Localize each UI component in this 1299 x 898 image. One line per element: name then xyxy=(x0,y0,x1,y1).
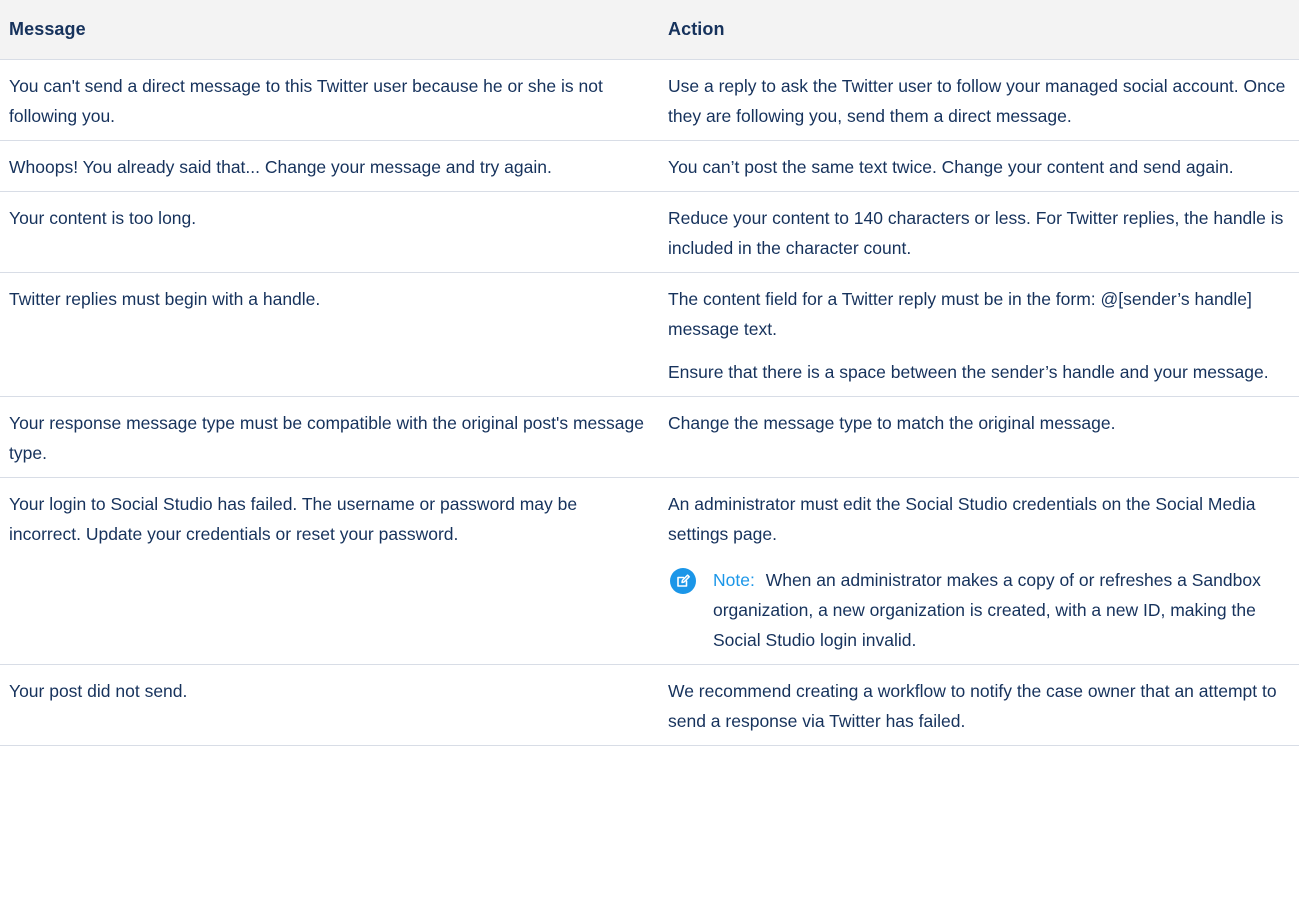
message-cell: You can't send a direct message to this … xyxy=(0,59,658,141)
table-header-row: Message Action xyxy=(0,0,1299,60)
action-cell: An administrator must edit the Social St… xyxy=(658,477,1299,665)
note-label: Note: xyxy=(713,570,755,590)
message-cell: Your post did not send. xyxy=(0,664,658,746)
action-text: Use a reply to ask the Twitter user to f… xyxy=(668,76,1286,126)
message-cell: Whoops! You already said that... Change … xyxy=(0,140,658,192)
action-text: Reduce your content to 140 characters or… xyxy=(668,208,1284,258)
message-cell: Your content is too long. xyxy=(0,191,658,273)
table-row: Your post did not send. We recommend cre… xyxy=(0,664,1299,746)
error-message-table: Message Action You can't send a direct m… xyxy=(0,0,1299,746)
message-cell: Twitter replies must begin with a handle… xyxy=(0,272,658,397)
action-text: Ensure that there is a space between the… xyxy=(668,362,1269,382)
message-column-header: Message xyxy=(0,0,658,60)
table-row: Your response message type must be compa… xyxy=(0,396,1299,478)
table-row: You can't send a direct message to this … xyxy=(0,59,1299,141)
action-cell: Change the message type to match the ori… xyxy=(658,396,1299,478)
action-cell: We recommend creating a workflow to noti… xyxy=(658,664,1299,746)
action-cell: The content field for a Twitter reply mu… xyxy=(658,272,1299,397)
action-cell: Use a reply to ask the Twitter user to f… xyxy=(658,59,1299,141)
action-text: An administrator must edit the Social St… xyxy=(668,494,1256,544)
action-text: You can’t post the same text twice. Chan… xyxy=(668,157,1234,177)
action-text: Change the message type to match the ori… xyxy=(668,413,1116,433)
note-callout: Note: When an administrator makes a copy… xyxy=(668,565,1289,655)
action-cell: You can’t post the same text twice. Chan… xyxy=(658,140,1299,192)
note-text: When an administrator makes a copy of or… xyxy=(713,570,1261,650)
action-text: We recommend creating a workflow to noti… xyxy=(668,681,1277,731)
message-cell: Your response message type must be compa… xyxy=(0,396,658,478)
action-text: The content field for a Twitter reply mu… xyxy=(668,289,1252,339)
table-row: Twitter replies must begin with a handle… xyxy=(0,272,1299,397)
message-cell: Your login to Social Studio has failed. … xyxy=(0,477,658,665)
table-row: Your login to Social Studio has failed. … xyxy=(0,477,1299,665)
table-row: Your content is too long. Reduce your co… xyxy=(0,191,1299,273)
action-cell: Reduce your content to 140 characters or… xyxy=(658,191,1299,273)
table-row: Whoops! You already said that... Change … xyxy=(0,140,1299,192)
note-edit-icon xyxy=(670,568,696,594)
action-column-header: Action xyxy=(658,0,1299,60)
